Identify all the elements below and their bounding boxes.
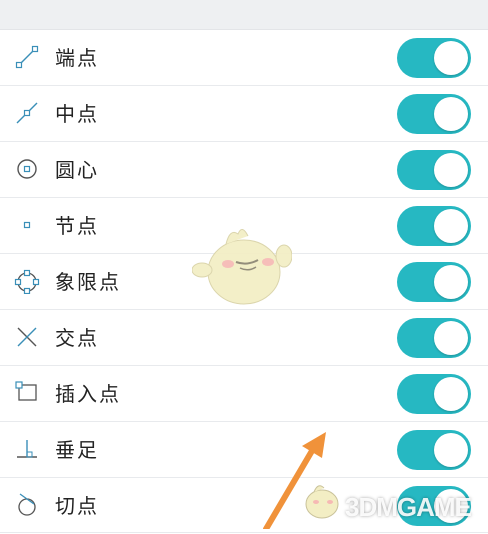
toggle-knob xyxy=(434,153,468,187)
center-icon xyxy=(17,159,37,179)
insertion-icon xyxy=(15,381,37,401)
toggle-knob xyxy=(434,433,468,467)
snap-label: 交点 xyxy=(55,326,99,350)
toggle-knob xyxy=(434,41,468,75)
snap-row-endpoint: 端点 xyxy=(0,30,488,86)
snap-label: 端点 xyxy=(55,46,99,70)
intersection-icon xyxy=(17,327,37,347)
snap-label: 象限点 xyxy=(55,270,121,294)
node-icon xyxy=(23,221,31,229)
endpoint-toggle[interactable] xyxy=(397,38,471,78)
perpendicular-toggle[interactable] xyxy=(397,430,471,470)
snap-label: 切点 xyxy=(55,494,99,518)
snap-label: 插入点 xyxy=(55,382,121,406)
snap-label: 中点 xyxy=(55,102,99,126)
perpendicular-icon xyxy=(17,440,37,458)
mascot-watermark xyxy=(192,229,292,305)
node-toggle[interactable] xyxy=(397,206,471,246)
midpoint-toggle[interactable] xyxy=(397,94,471,134)
toggle-knob xyxy=(434,377,468,411)
snap-row-insertion: 插入点 xyxy=(0,366,488,422)
midpoint-icon xyxy=(16,102,38,124)
center-toggle[interactable] xyxy=(397,150,471,190)
top-bar xyxy=(0,0,488,30)
snap-row-intersection: 交点 xyxy=(0,310,488,366)
snap-row-perpendicular: 垂足 xyxy=(0,422,488,478)
snap-label: 节点 xyxy=(55,214,99,238)
quadrant-toggle[interactable] xyxy=(397,262,471,302)
quadrant-icon xyxy=(14,269,40,294)
snap-row-center: 圆心 xyxy=(0,142,488,198)
toggle-knob xyxy=(434,265,468,299)
snap-row-midpoint: 中点 xyxy=(0,86,488,142)
snap-label: 垂足 xyxy=(55,438,99,462)
tangent-icon xyxy=(18,493,36,516)
snap-label: 圆心 xyxy=(55,158,99,182)
endpoint-icon xyxy=(15,45,39,69)
intersection-toggle[interactable] xyxy=(397,318,471,358)
toggle-knob xyxy=(434,209,468,243)
insertion-toggle[interactable] xyxy=(397,374,471,414)
toggle-knob xyxy=(434,97,468,131)
watermark-text: 3DMGAME xyxy=(345,492,472,522)
toggle-knob xyxy=(434,321,468,355)
